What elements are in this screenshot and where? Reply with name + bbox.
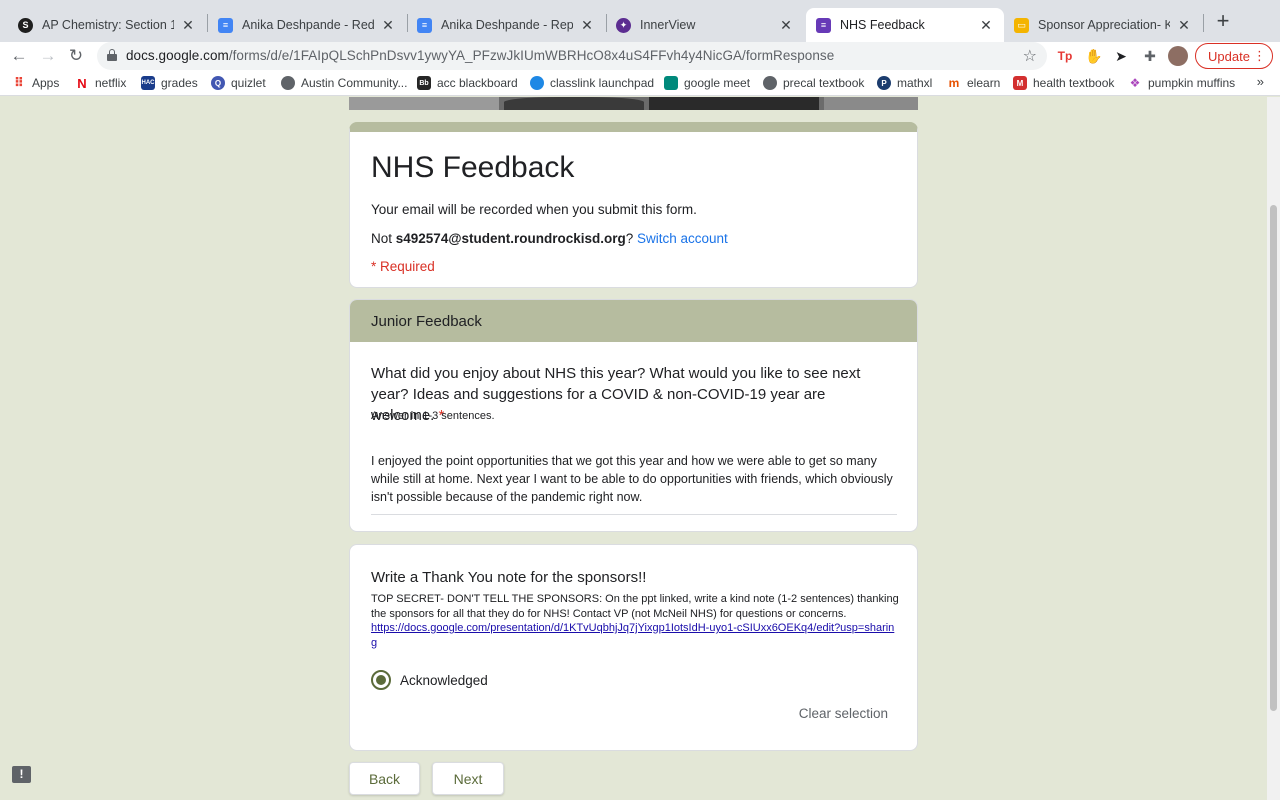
bookmark-classlink[interactable]: classlink launchpad: [530, 75, 654, 91]
elearn-icon: m: [948, 76, 960, 90]
bookmark-pumpkin-muffins[interactable]: ❖ pumpkin muffins: [1128, 75, 1236, 91]
question-2-description: TOP SECRET- DON'T TELL THE SPONSORS: On …: [371, 593, 899, 620]
close-tab-icon[interactable]: ✕: [778, 17, 794, 33]
form-page: NHS Feedback Your email will be recorded…: [0, 97, 1280, 800]
close-tab-icon[interactable]: ✕: [180, 17, 196, 33]
apps-grid-icon: ⠿: [13, 75, 25, 90]
mcgraw-hill-icon: M: [1013, 76, 1027, 90]
pearson-icon: P: [877, 76, 891, 90]
recipe-icon: ❖: [1129, 76, 1141, 90]
required-note: * Required: [371, 259, 435, 274]
browser-toolbar: ← → ↻ docs.google.com/forms/d/e/1FAIpQLS…: [0, 42, 1280, 70]
bookmark-google-meet[interactable]: google meet: [664, 75, 750, 91]
tab-ap-chemistry[interactable]: S AP Chemistry: Section 1-01 ✕: [8, 8, 206, 42]
menu-dots-icon: ⋮: [1253, 48, 1266, 63]
bookmark-netflix[interactable]: Nnetflix: [75, 75, 126, 91]
bookmark-quizlet[interactable]: Qquizlet: [211, 75, 266, 91]
close-tab-icon[interactable]: ✕: [380, 17, 396, 33]
bookmark-grades[interactable]: HAC grades: [141, 75, 198, 91]
url-text: docs.google.com/forms/d/e/1FAIpQLSchPnDs…: [126, 48, 835, 63]
section-header: Junior Feedback: [350, 300, 917, 342]
bookmark-precal-textbook[interactable]: precal textbook: [763, 75, 864, 91]
form-title: NHS Feedback: [371, 151, 575, 184]
hand-extension-icon[interactable]: ✋: [1084, 46, 1104, 66]
header-image: [349, 97, 918, 110]
tab-innerview[interactable]: ✦ InnerView ✕: [606, 8, 804, 42]
globe-icon: [281, 76, 295, 90]
question-1-help: Answer in 1-3 sentences.: [371, 410, 495, 422]
update-button[interactable]: Update ⋮: [1195, 43, 1273, 69]
bookmark-mathxl[interactable]: Pmathxl: [877, 75, 932, 91]
page-scrollbar[interactable]: [1267, 97, 1280, 800]
back-button[interactable]: Back: [349, 762, 420, 795]
lock-icon: [107, 49, 117, 61]
tab-sponsor-appreciation[interactable]: ▭ Sponsor Appreciation- KEEP ✕: [1004, 8, 1202, 42]
clear-selection-button[interactable]: Clear selection: [799, 706, 888, 721]
close-tab-icon[interactable]: ✕: [978, 17, 994, 33]
scrollbar-thumb[interactable]: [1270, 205, 1277, 711]
email-recorded-note: Your email will be recorded when you sub…: [371, 202, 697, 217]
close-tab-icon[interactable]: ✕: [579, 17, 595, 33]
next-button[interactable]: Next: [432, 762, 504, 795]
netflix-icon: N: [77, 75, 87, 91]
bookmark-acc-blackboard[interactable]: Bb acc blackboard: [417, 75, 518, 91]
cursor-extension-icon[interactable]: ➤: [1111, 46, 1131, 66]
tab-strip: S AP Chemistry: Section 1-01 ✕ ≡ Anika D…: [0, 0, 1280, 42]
back-arrow-icon[interactable]: ←: [7, 44, 31, 68]
account-email: s492574@student.roundrockisd.org: [395, 231, 626, 246]
google-docs-icon: ≡: [218, 17, 233, 33]
acknowledged-option[interactable]: Acknowledged: [371, 670, 488, 690]
extensions-puzzle-icon[interactable]: ✚: [1140, 46, 1160, 66]
google-docs-icon: ≡: [417, 17, 432, 33]
question-2-title: Write a Thank You note for the sponsors!…: [371, 569, 647, 586]
innerview-icon: ✦: [616, 17, 631, 33]
radio-button-selected[interactable]: [371, 670, 391, 690]
new-tab-button[interactable]: +: [1211, 10, 1235, 34]
classlink-icon: [530, 76, 544, 90]
bookmark-health-textbook[interactable]: Mhealth textbook: [1013, 75, 1114, 91]
junior-feedback-section: Junior Feedback What did you enjoy about…: [349, 299, 918, 532]
tab-reduction-doc[interactable]: ≡ Anika Deshpande - Reductio ✕: [208, 8, 406, 42]
hac-icon: HAC: [141, 76, 155, 90]
quizlet-icon: Q: [211, 76, 225, 90]
google-meet-icon: [664, 76, 678, 90]
bookmarks-bar: ⠿ Apps Nnetflix HAC grades Qquizlet Austin…: [0, 70, 1280, 96]
forward-arrow-icon[interactable]: →: [36, 44, 60, 68]
question-1-answer-field[interactable]: I enjoyed the point opportunities that w…: [371, 452, 897, 515]
form-header-card: NHS Feedback Your email will be recorded…: [349, 122, 918, 288]
bookmark-apps[interactable]: ⠿ Apps: [12, 75, 59, 91]
blackboard-icon: Bb: [417, 76, 431, 90]
bookmark-austin-community[interactable]: Austin Community...: [281, 75, 407, 91]
section-title: Junior Feedback: [371, 313, 482, 330]
close-tab-icon[interactable]: ✕: [1176, 17, 1192, 33]
google-slides-icon: ▭: [1014, 17, 1029, 33]
teachpad-extension-icon[interactable]: Tp: [1055, 46, 1075, 66]
profile-avatar[interactable]: [1168, 46, 1188, 66]
reload-icon[interactable]: ↻: [64, 44, 88, 68]
bookmarks-overflow-button[interactable]: »: [1257, 74, 1264, 89]
address-bar[interactable]: docs.google.com/forms/d/e/1FAIpQLSchPnDs…: [97, 42, 1047, 70]
google-forms-icon: ≡: [816, 17, 831, 33]
bookmark-star-icon[interactable]: ☆: [1023, 46, 1037, 66]
acknowledged-label: Acknowledged: [400, 672, 488, 688]
tab-nhs-feedback[interactable]: ≡ NHS Feedback ✕: [806, 8, 1004, 42]
switch-account-link[interactable]: Switch account: [637, 231, 728, 246]
tab-repaso-doc[interactable]: ≡ Anika Deshpande - Repaso U ✕: [407, 8, 605, 42]
schoology-icon: S: [18, 17, 33, 33]
account-line: Not s492574@student.roundrockisd.org? Sw…: [371, 231, 728, 246]
thank-you-note-question: Write a Thank You note for the sponsors!…: [349, 544, 918, 751]
presentation-link[interactable]: https://docs.google.com/presentation/d/1…: [371, 621, 899, 650]
bookmark-elearn[interactable]: m elearn: [947, 75, 1001, 91]
report-feedback-icon[interactable]: !: [12, 766, 31, 783]
globe-icon: [763, 76, 777, 90]
